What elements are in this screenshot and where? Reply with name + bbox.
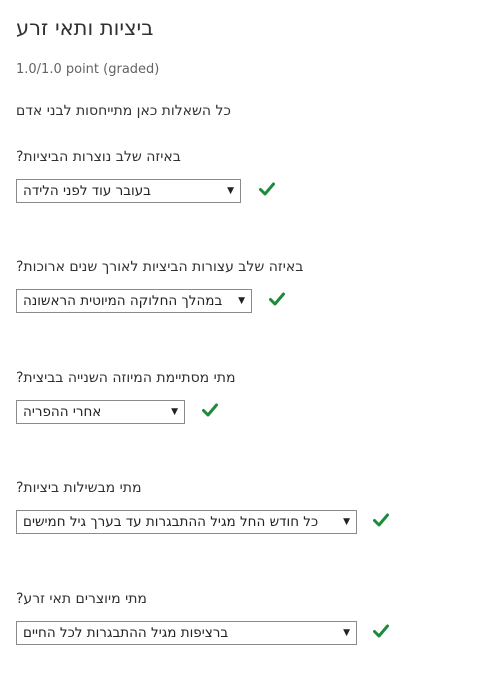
answer-dropdown-1[interactable]: בעובר עוד לפני הלידה ▼: [16, 179, 241, 203]
checkmark-icon: [373, 624, 389, 638]
chevron-down-icon: ▼: [227, 186, 234, 196]
dropdown-selected-value: במהלך החלוקה המיוטית הראשונה: [23, 293, 223, 309]
question-text: מתי מבשילות ביציות?: [16, 480, 142, 496]
checkmark-icon: [202, 403, 218, 417]
problem-title: ביציות ותאי זרע: [16, 16, 154, 40]
dropdown-selected-value: כל חודש החל מגיל ההתבגרות עד בערך גיל חמ…: [23, 514, 319, 530]
question-text: מתי מיוצרים תאי זרע?: [16, 591, 147, 607]
question-5: מתי מיוצרים תאי זרע? ברציפות מגיל ההתבגר…: [16, 589, 476, 647]
answer-dropdown-2[interactable]: במהלך החלוקה המיוטית הראשונה ▼: [16, 289, 252, 313]
chevron-down-icon: ▼: [171, 407, 178, 417]
checkmark-icon: [373, 513, 389, 527]
chevron-down-icon: ▼: [343, 628, 350, 638]
dropdown-selected-value: בעובר עוד לפני הלידה: [23, 183, 151, 199]
dropdown-selected-value: ברציפות מגיל ההתבגרות לכל החיים: [23, 625, 229, 641]
question-text: באיזה שלב נוצרות הביציות?: [16, 149, 181, 165]
problem-points: 1.0/1.0 point (graded): [16, 62, 160, 77]
question-4: מתי מבשילות ביציות? כל חודש החל מגיל ההת…: [16, 478, 476, 536]
answer-dropdown-3[interactable]: אחרי ההפריה ▼: [16, 400, 185, 424]
problem-intro: כל השאלות כאן מתייחסות לבני אדם: [16, 103, 231, 119]
chevron-down-icon: ▼: [238, 296, 245, 306]
question-3: מתי מסתיימת המיוזה השנייה בביצית? אחרי ה…: [16, 368, 476, 426]
answer-dropdown-4[interactable]: כל חודש החל מגיל ההתבגרות עד בערך גיל חמ…: [16, 510, 357, 534]
dropdown-selected-value: אחרי ההפריה: [23, 404, 102, 420]
answer-dropdown-5[interactable]: ברציפות מגיל ההתבגרות לכל החיים ▼: [16, 621, 357, 645]
checkmark-icon: [269, 292, 285, 306]
question-text: מתי מסתיימת המיוזה השנייה בביצית?: [16, 370, 236, 386]
question-2: באיזה שלב עצורות הביציות לאורך שנים ארוכ…: [16, 257, 476, 315]
question-1: באיזה שלב נוצרות הביציות? בעובר עוד לפני…: [16, 147, 476, 205]
question-text: באיזה שלב עצורות הביציות לאורך שנים ארוכ…: [16, 259, 304, 275]
checkmark-icon: [259, 182, 275, 196]
chevron-down-icon: ▼: [343, 517, 350, 527]
